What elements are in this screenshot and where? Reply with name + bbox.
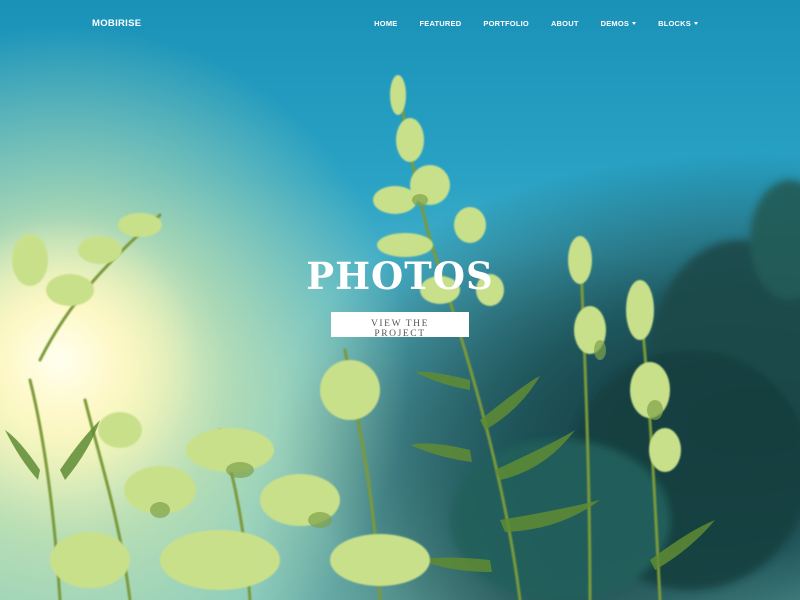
nav-item-label: HOME [374, 19, 398, 28]
view-project-button[interactable]: VIEW THE PROJECT [331, 312, 469, 339]
nav-item-home[interactable]: HOME [374, 19, 397, 28]
nav-item-portfolio[interactable]: PORTFOLIO [483, 19, 529, 28]
navbar: MOBIRISE HOME FEATURED PORTFOLIO ABOUT D… [0, 0, 800, 50]
hero-title: PHOTOS [306, 254, 494, 298]
brand-logo[interactable]: MOBIRISE [92, 18, 141, 29]
nav-item-label: DEMOS [600, 19, 630, 28]
nav-item-demos[interactable]: DEMOS [601, 19, 637, 28]
nav-item-about[interactable]: ABOUT [551, 19, 579, 28]
nav-item-featured[interactable]: FEATURED [419, 19, 461, 28]
caret-down-icon [694, 22, 698, 25]
nav-item-label: PORTFOLIO [483, 19, 529, 28]
nav-item-label: BLOCKS [658, 19, 691, 28]
nav-menu: HOME FEATURED PORTFOLIO ABOUT DEMOS BLOC… [352, 19, 698, 28]
hero-section: PHOTOS VIEW THE PROJECT [0, 252, 800, 341]
caret-down-icon [632, 22, 637, 25]
nav-item-label: ABOUT [550, 19, 579, 28]
nav-item-label: FEATURED [419, 19, 462, 28]
nav-item-blocks[interactable]: BLOCKS [658, 19, 698, 28]
